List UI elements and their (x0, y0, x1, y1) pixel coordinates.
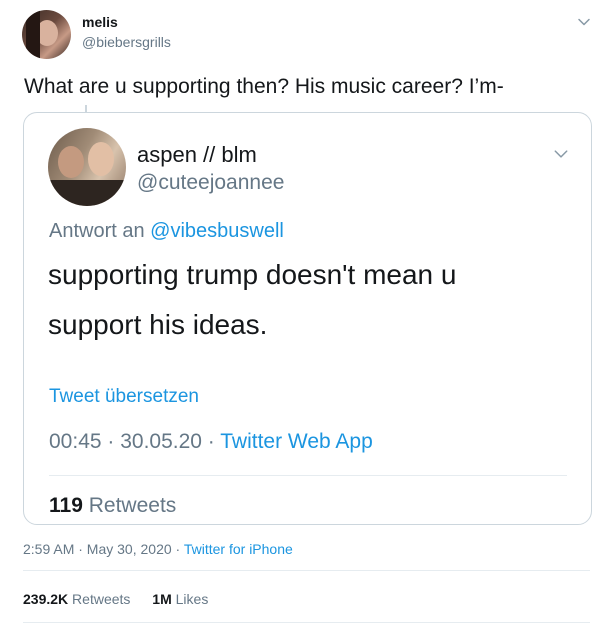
translate-tweet-link[interactable]: Tweet übersetzen (49, 386, 199, 408)
author-handle[interactable]: @biebersgrills (82, 34, 171, 50)
likes-count: 1M (152, 591, 172, 607)
quoted-retweets[interactable]: 119 Retweets (49, 494, 176, 518)
retweets-stat[interactable]: 239.2K Retweets (23, 591, 134, 607)
quoted-avatar[interactable] (48, 128, 126, 206)
tweet-stats: 239.2K Retweets 1M Likes (23, 591, 208, 607)
quoted-text-line-2: support his ideas. (48, 309, 268, 340)
timestamp-text[interactable]: 2:59 AM · May 30, 2020 · (23, 541, 184, 557)
source-link[interactable]: Twitter for iPhone (184, 541, 293, 557)
quoted-meta-time[interactable]: 00:45 · 30.05.20 · (49, 430, 220, 453)
likes-stat[interactable]: 1M Likes (152, 591, 208, 607)
stats-divider-top (23, 570, 590, 571)
quoted-chevron-down-icon[interactable] (553, 146, 569, 162)
tweet-text: What are u supporting then? His music ca… (24, 75, 504, 98)
retweets-label: Retweets (72, 591, 131, 607)
author-name[interactable]: melis (82, 14, 118, 30)
retweets-count: 239.2K (23, 591, 69, 607)
chevron-down-icon[interactable] (577, 15, 591, 29)
tweet-timestamp: 2:59 AM · May 30, 2020 · Twitter for iPh… (23, 541, 293, 557)
reply-context: Antwort an @vibesbuswell (49, 220, 284, 243)
quoted-author-name[interactable]: aspen // blm (137, 142, 257, 168)
likes-label: Likes (175, 591, 209, 607)
avatar[interactable] (22, 10, 71, 59)
quoted-divider (49, 475, 567, 476)
reply-prefix: Antwort an (49, 220, 151, 242)
quoted-meta-source[interactable]: Twitter Web App (220, 430, 373, 453)
stats-divider-bottom (23, 622, 590, 623)
quoted-tweet-card[interactable]: aspen // blm @cuteejoannee Antwort an @v… (23, 112, 592, 525)
quoted-author-handle[interactable]: @cuteejoannee (137, 171, 284, 195)
quoted-text-line-1: supporting trump doesn't mean u (48, 259, 457, 290)
quoted-retweets-count: 119 (49, 494, 83, 517)
reply-mention-link[interactable]: @vibesbuswell (150, 220, 284, 242)
quoted-meta: 00:45 · 30.05.20 · Twitter Web App (49, 430, 373, 454)
quoted-retweets-label: Retweets (88, 494, 177, 517)
